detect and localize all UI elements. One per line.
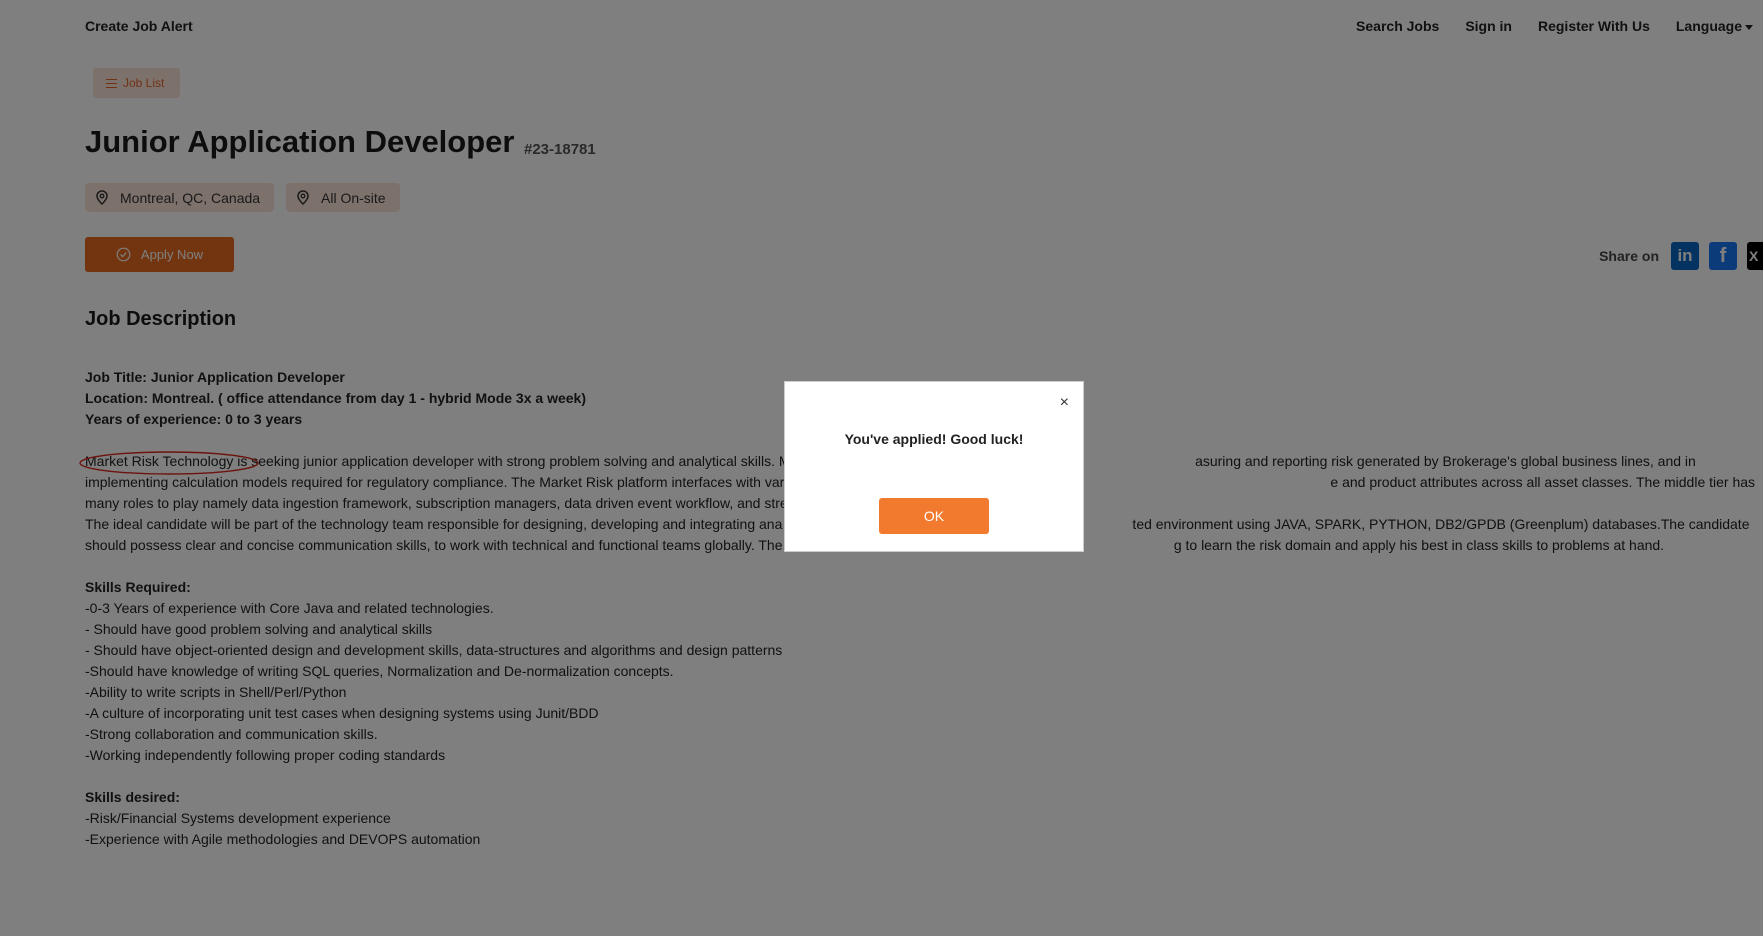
dialog-message: You've applied! Good luck! — [844, 431, 1024, 447]
close-icon[interactable]: × — [1060, 394, 1069, 412]
ok-button[interactable]: OK — [879, 498, 989, 534]
applied-dialog: × You've applied! Good luck! OK — [784, 381, 1084, 552]
